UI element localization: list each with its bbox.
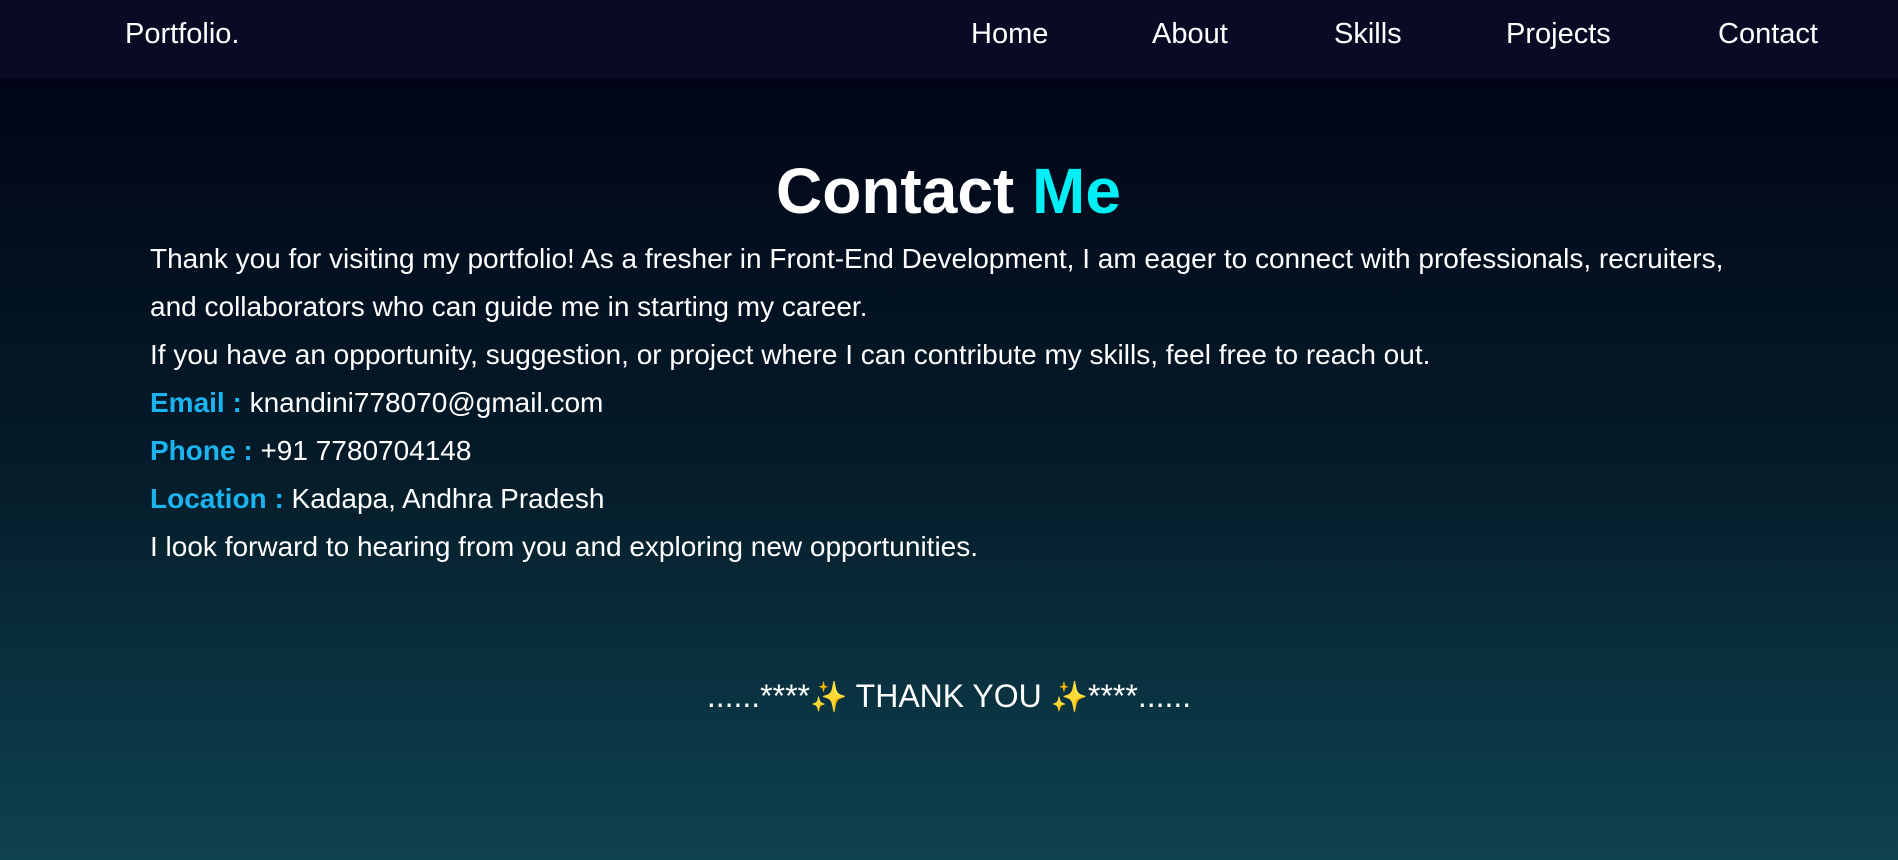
intro-text: Thank you for visiting my portfolio! As … [150, 243, 1724, 322]
email-row: Email : knandini778070@gmail.com [150, 379, 1770, 427]
brand-logo[interactable]: Portfolio. [125, 16, 239, 52]
page-title: Contact Me [776, 151, 1121, 231]
page-title-main: Contact [776, 154, 1015, 227]
sparkle-icon-right: ✨ [1050, 680, 1089, 715]
closing-text: I look forward to hearing from you and e… [150, 531, 979, 562]
page-title-accent: Me [1032, 154, 1121, 227]
phone-row: Phone : +91 7780704148 [150, 427, 1770, 475]
nav-link-home[interactable]: Home [971, 16, 1048, 52]
location-row: Location : Kadapa, Andhra Pradesh [150, 475, 1770, 523]
thank-you-text: THANK YOU [855, 678, 1042, 714]
thank-you-footer: ......****✨ THANK YOU ✨****...... [0, 672, 1898, 722]
nav-link-skills[interactable]: Skills [1334, 16, 1402, 52]
nav-link-contact[interactable]: Contact [1718, 16, 1818, 52]
navbar: Portfolio. Home About Skills Projects Co… [0, 0, 1898, 78]
location-label: Location : [150, 483, 284, 514]
sparkle-icon-left: ✨ [809, 680, 848, 715]
invite-text: If you have an opportunity, suggestion, … [150, 339, 1431, 370]
email-label: Email : [150, 387, 242, 418]
right-decoration: ****...... [1088, 678, 1192, 714]
contact-section: Thank you for visiting my portfolio! As … [150, 235, 1770, 571]
phone-value[interactable]: +91 7780704148 [260, 435, 471, 466]
nav-link-projects[interactable]: Projects [1506, 16, 1611, 52]
phone-label: Phone : [150, 435, 253, 466]
nav-link-about[interactable]: About [1152, 16, 1228, 52]
left-decoration: ......**** [706, 678, 810, 714]
email-value[interactable]: knandini778070@gmail.com [250, 387, 604, 418]
location-value: Kadapa, Andhra Pradesh [291, 483, 605, 514]
